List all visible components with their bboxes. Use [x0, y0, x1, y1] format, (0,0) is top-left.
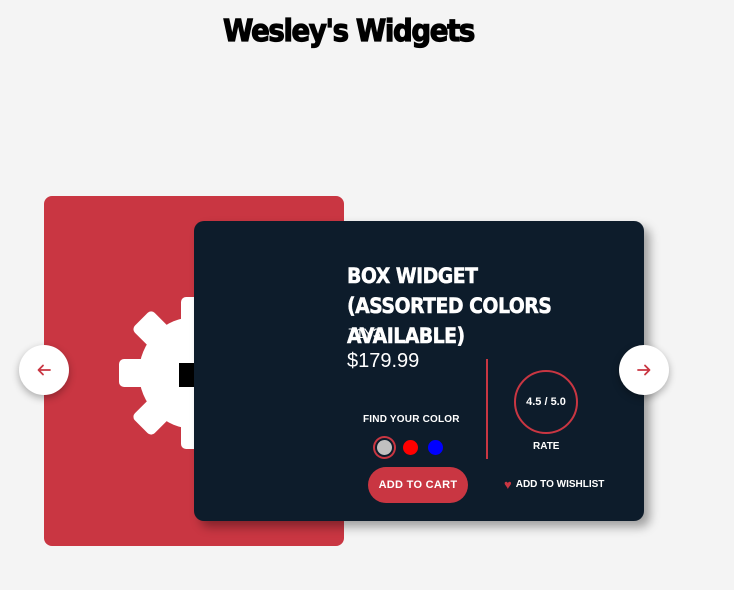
arrow-left-icon	[37, 364, 51, 376]
next-product-button[interactable]	[619, 345, 669, 395]
product-price: $179.99	[347, 350, 420, 372]
add-to-wishlist-link[interactable]: ♥ ADD TO WISHLIST	[504, 477, 604, 492]
product-sku: 71Y3	[348, 325, 381, 341]
wishlist-label: ADD TO WISHLIST	[515, 479, 605, 490]
rating-badge: 4.5 / 5.0	[514, 370, 578, 434]
color-swatch-silver[interactable]	[377, 440, 392, 455]
color-picker-label: FIND YOUR COLOR	[363, 414, 460, 425]
site-title: Wesley's Widgets	[222, 13, 475, 49]
previous-product-button[interactable]	[19, 345, 69, 395]
heart-icon: ♥	[504, 477, 512, 492]
color-swatch-blue[interactable]	[428, 440, 443, 455]
color-swatch-red[interactable]	[403, 440, 418, 455]
divider	[486, 359, 488, 459]
arrow-right-icon	[637, 364, 651, 376]
add-to-cart-button[interactable]: ADD TO CART	[368, 467, 468, 503]
rate-label[interactable]: RATE	[533, 441, 559, 452]
product-name: BOX WIDGET (ASSORTED COLORS AVAILABLE)	[347, 264, 552, 349]
product-card: BOX WIDGET (ASSORTED COLORS AVAILABLE) 7…	[194, 221, 644, 521]
